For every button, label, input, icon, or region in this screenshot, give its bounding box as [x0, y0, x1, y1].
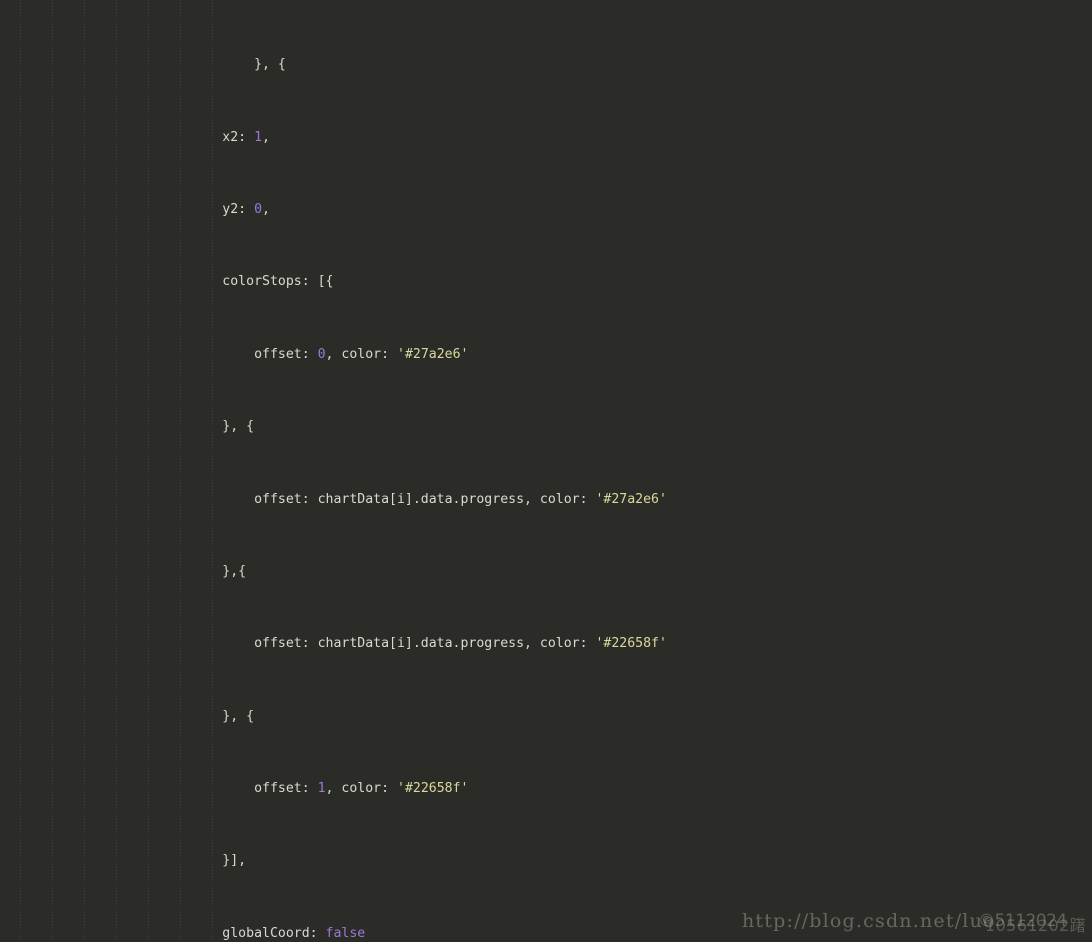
code-line: x2: 1,	[0, 129, 270, 145]
code-line: offset: chartData[i].data.progress, colo…	[0, 491, 667, 507]
watermark-overlay-b: 10561202躇	[985, 916, 1087, 935]
code-line: offset: 1, color: '#22658f'	[0, 781, 469, 797]
code-content[interactable]: }, { x2: 1, y2: 0, colorStops: [{ offset…	[0, 0, 970, 942]
watermark-blog-url: http://blog.csdn.net/luo	[742, 910, 996, 932]
code-line: }, {	[254, 57, 286, 73]
code-line: offset: 0, color: '#27a2e6'	[0, 346, 469, 362]
code-line: }, {	[0, 708, 255, 724]
code-line: y2: 0,	[0, 202, 270, 218]
code-line: },{	[0, 563, 247, 579]
code-line: offset: chartData[i].data.progress, colo…	[0, 636, 667, 652]
code-line: }],	[0, 853, 247, 869]
code-line: }, {	[0, 419, 255, 435]
code-editor-screenshot: }, { x2: 1, y2: 0, colorStops: [{ offset…	[0, 0, 1092, 942]
code-line: colorStops: [{	[0, 274, 334, 290]
